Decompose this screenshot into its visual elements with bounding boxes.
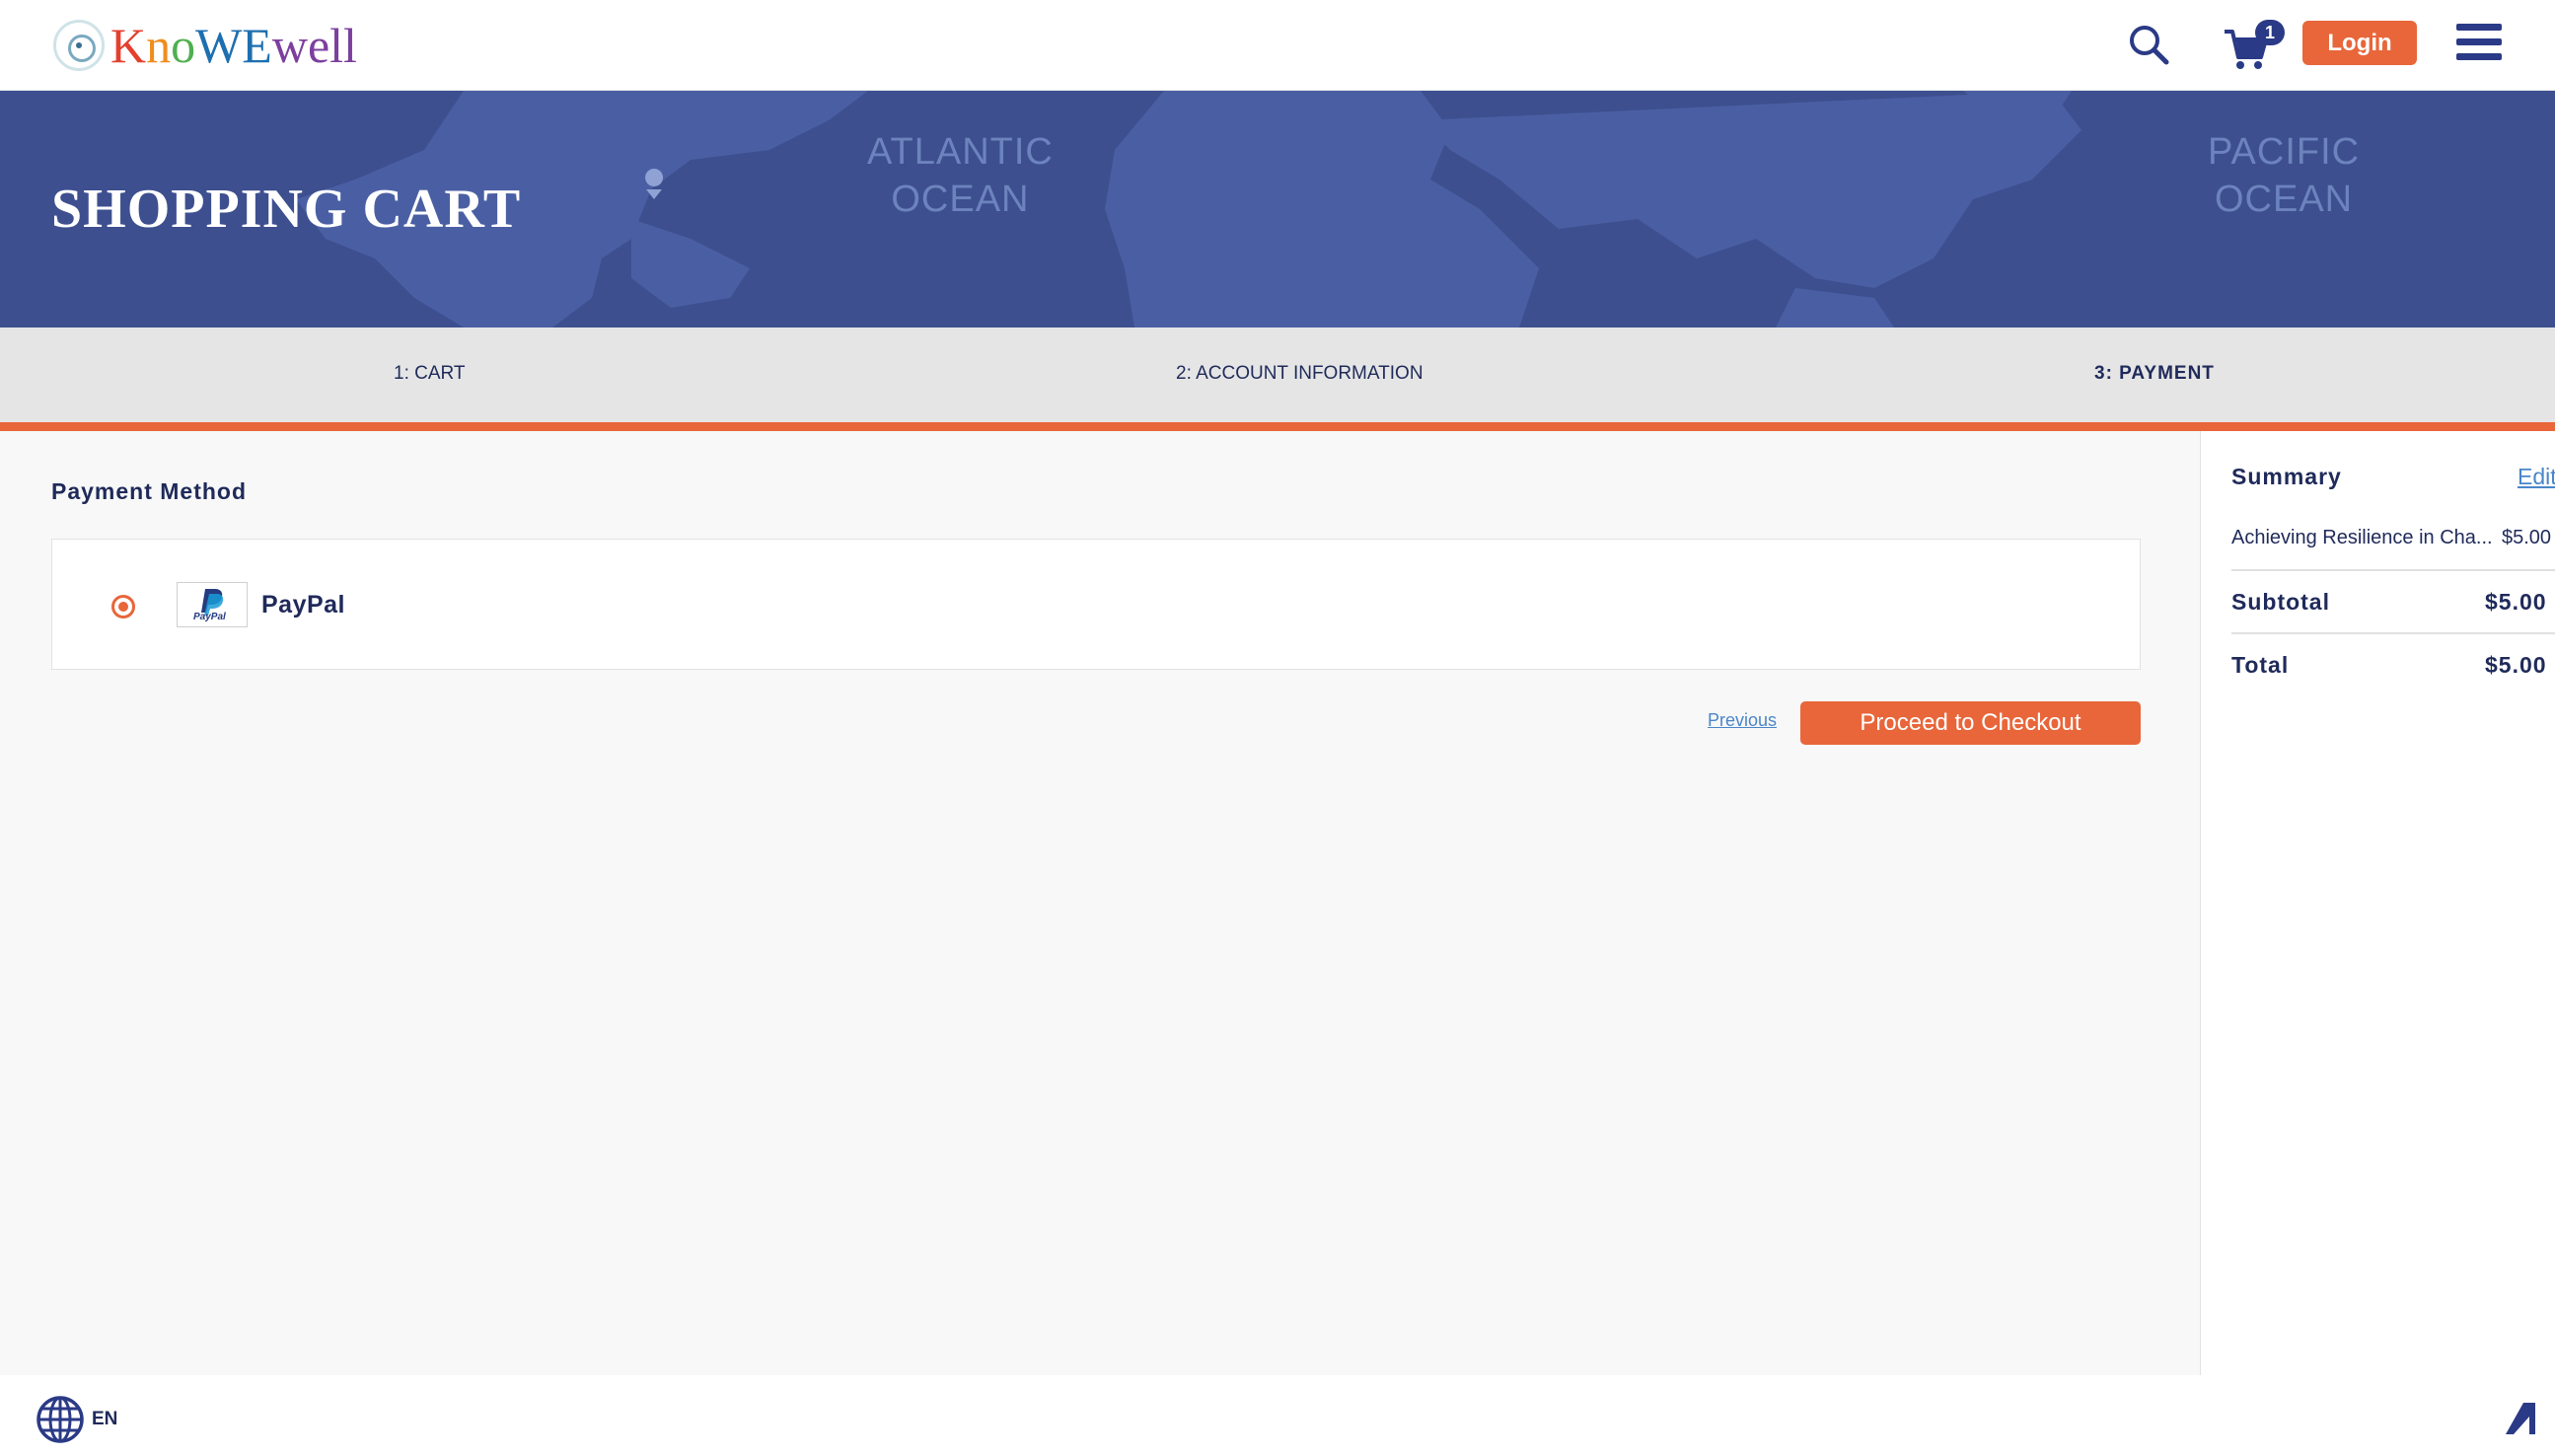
search-icon — [2130, 26, 2169, 65]
paypal-radio[interactable] — [111, 595, 135, 619]
payment-option-paypal[interactable]: PayPal PayPal — [51, 539, 2141, 670]
search-button[interactable] — [2126, 22, 2171, 67]
summary-item-price: $5.00 — [2502, 527, 2552, 548]
page-title: SHOPPING CART — [51, 179, 522, 240]
logo-wordmark: KnoWEwell — [110, 18, 357, 73]
map-label-text: OCEAN — [2214, 179, 2354, 220]
language-code[interactable]: EN — [92, 1409, 117, 1430]
knowewell-logo[interactable]: KnoWEwell — [53, 18, 357, 73]
paypal-label: PayPal — [261, 591, 346, 619]
hamburger-menu-button[interactable] — [2456, 24, 2502, 63]
payment-method-heading: Payment Method — [51, 478, 248, 504]
map-label-text: PACIFIC — [2208, 131, 2361, 173]
summary-divider — [2231, 632, 2555, 634]
menu-bar — [2456, 38, 2502, 45]
paypal-logo-text: PayPal — [193, 612, 226, 622]
login-button[interactable]: Login — [2302, 21, 2417, 65]
menu-bar — [2456, 24, 2502, 31]
payment-section: Payment Method PayPal PayPal Previous Pr… — [0, 431, 2200, 1375]
map-label-text: OCEAN — [891, 179, 1030, 220]
summary-divider — [2231, 569, 2555, 571]
step-account-information[interactable]: 2: ACCOUNT INFORMATION — [1176, 363, 1424, 385]
cart-count-badge: 1 — [2255, 20, 2285, 45]
summary-item-name: Achieving Resilience in Cha... — [2231, 527, 2493, 548]
subtotal-value: $5.00 — [2485, 589, 2547, 615]
page-banner: ATLANTIC OCEAN PACIFIC OCEAN SHOPPING CART — [0, 91, 2555, 328]
cart-button[interactable]: 1 — [2222, 20, 2285, 69]
accessibility-icon — [2506, 1403, 2535, 1434]
paypal-logo: PayPal — [177, 582, 248, 627]
top-navigation-bar: KnoWEwell 1 Login — [0, 0, 2555, 91]
logo-emblem-icon — [53, 20, 105, 71]
previous-link[interactable]: Previous — [1708, 710, 1777, 731]
steps-progress-bar — [0, 422, 2555, 431]
total-value: $5.00 — [2485, 652, 2547, 678]
total-label: Total — [2231, 652, 2290, 678]
subtotal-label: Subtotal — [2231, 589, 2330, 615]
step-payment[interactable]: 3: PAYMENT — [2094, 363, 2215, 385]
map-label-atlantic: ATLANTIC OCEAN — [867, 128, 1054, 223]
step-cart[interactable]: 1: CART — [394, 363, 466, 385]
menu-bar — [2456, 53, 2502, 60]
summary-edit-link[interactable]: Edit — [2518, 464, 2555, 490]
order-summary: Summary Edit Achieving Resilience in Cha… — [2200, 431, 2555, 1375]
footer-bar: EN — [0, 1375, 2555, 1456]
map-label-text: ATLANTIC — [867, 131, 1054, 173]
map-label-pacific: PACIFIC OCEAN — [2208, 128, 2360, 223]
language-selector[interactable] — [36, 1395, 85, 1444]
globe-icon — [36, 1396, 84, 1443]
accessibility-button[interactable] — [2506, 1403, 2535, 1434]
checkout-steps: 1: CART 2: ACCOUNT INFORMATION 3: PAYMEN… — [0, 328, 2555, 422]
summary-heading: Summary — [2231, 464, 2342, 489]
proceed-to-checkout-button[interactable]: Proceed to Checkout — [1800, 701, 2141, 745]
